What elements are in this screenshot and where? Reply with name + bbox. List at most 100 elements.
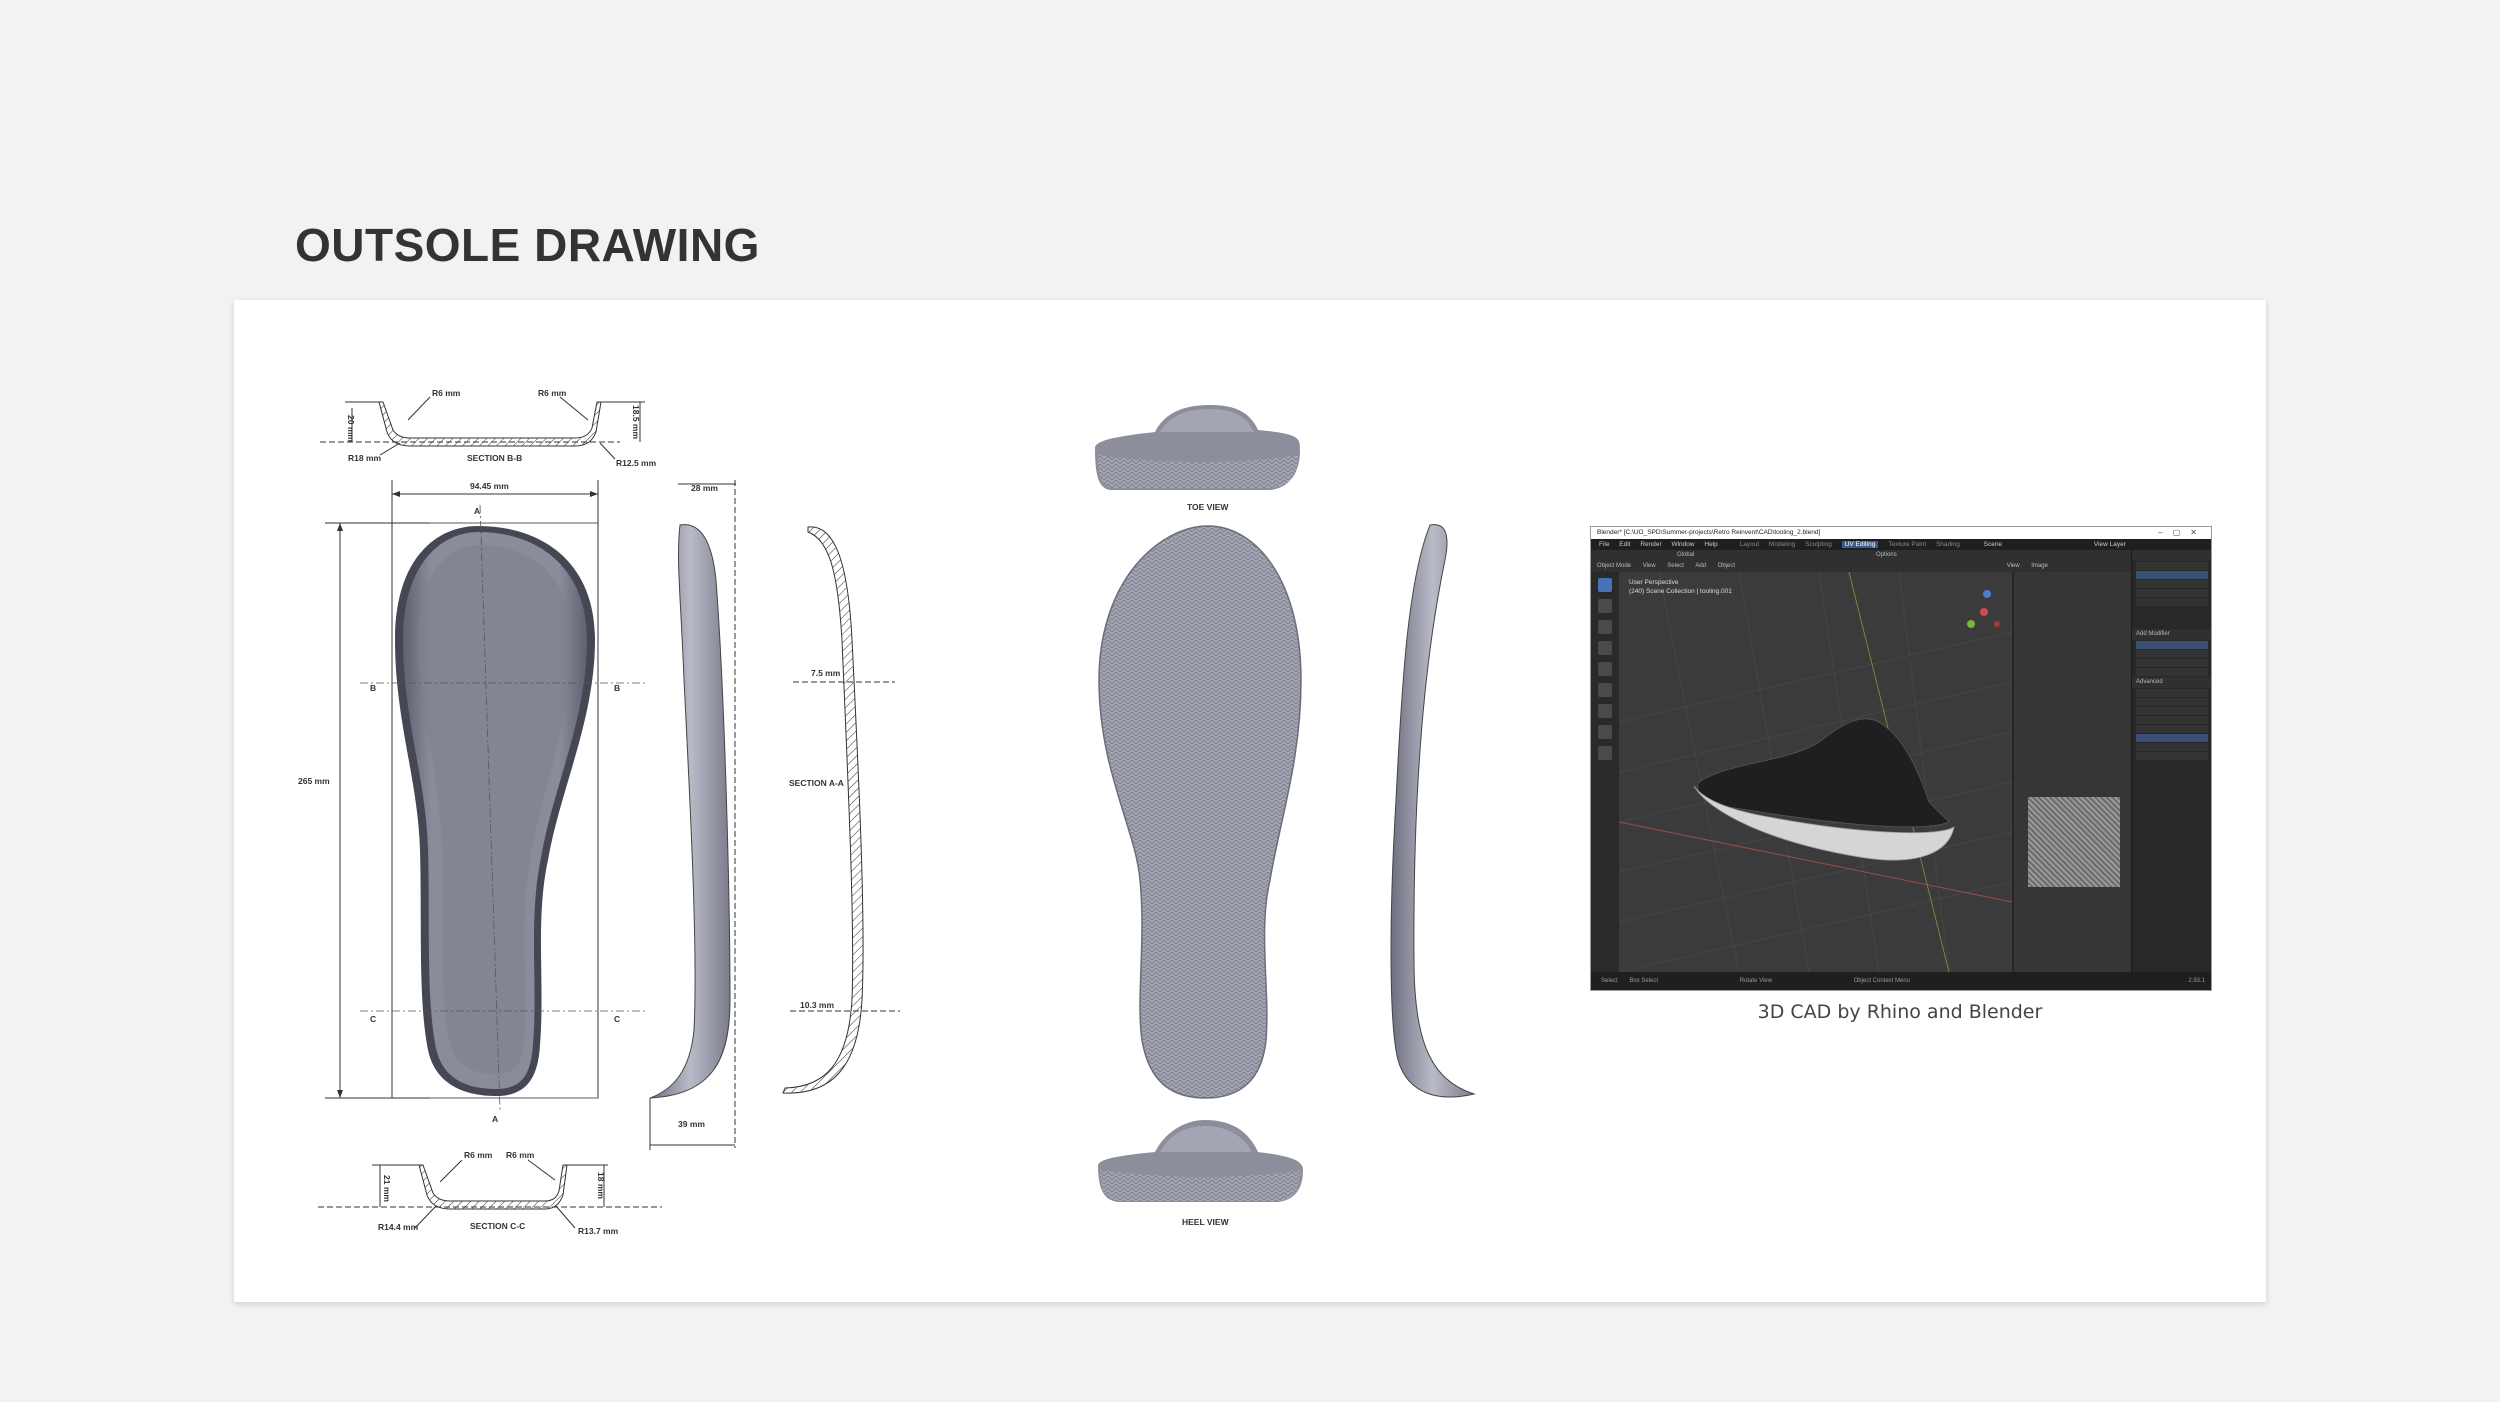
blender-screenshot: Blender* [C:\UO_SPD\Summer-projects\Retr… [1590,526,2212,991]
marker-b-right: B [614,683,620,693]
heel-view-label: HEEL VIEW [1182,1217,1230,1227]
bottom-tread-view [1098,525,1302,1099]
menu-help[interactable]: Help [1704,541,1717,548]
section-cc-r-top-right: R6 mm [506,1150,535,1160]
marker-c-right: C [614,1014,620,1024]
section-cc-h-right: 18 mm [596,1172,606,1199]
blender-title: Blender* [C:\UO_SPD\Summer-projects\Retr… [1597,529,1821,536]
outliner-row[interactable] [2136,580,2208,588]
modifier-row[interactable] [2136,650,2208,658]
section-cc-label: SECTION C-C [470,1221,525,1231]
section-aa-thickness-top: 7.5 mm [811,668,841,678]
modifier-row[interactable] [2136,659,2208,667]
marker-c-left: C [370,1014,376,1024]
add-cube-tool-icon[interactable] [1598,746,1612,760]
tab-sculpting[interactable]: Sculpting [1805,541,1832,548]
3d-viewport[interactable]: User Perspective (240) Scene Collection … [1619,572,2012,972]
rotate-tool-icon[interactable] [1598,641,1612,655]
cad-caption: 3D CAD by Rhino and Blender [1757,1001,2043,1023]
transform-tool-icon[interactable] [1598,683,1612,697]
tab-uv-editing[interactable]: UV Editing [1841,541,1879,548]
outliner-row[interactable] [2136,562,2208,570]
tab-modeling[interactable]: Modeling [1769,541,1795,548]
outliner-row[interactable] [2136,589,2208,597]
status-select: Select [1601,978,1618,984]
modifier-row[interactable] [2136,707,2208,715]
heel-view: HEEL VIEW [1098,1120,1303,1227]
scale-tool-icon[interactable] [1598,662,1612,676]
toe-view-label: TOE VIEW [1187,502,1229,512]
header-view[interactable]: View [1643,563,1656,569]
modifier-row[interactable] [2136,689,2208,697]
outliner-row[interactable] [2136,571,2208,579]
section-bb-label: SECTION B-B [467,453,522,463]
menu-file[interactable]: File [1599,541,1609,548]
header-add[interactable]: Add [1695,563,1706,569]
orientation-dropdown[interactable]: Global [1677,552,1694,558]
viewport-scene [1619,572,2012,972]
modifier-row[interactable] [2136,698,2208,706]
section-aa: 7.5 mm 10.3 mm SECTION A-A [782,526,900,1094]
view-layer-selector[interactable]: View Layer [2094,541,2126,548]
status-rotate-view: Rotate View [1739,978,1772,984]
window-controls: –▢✕ [2158,528,2207,537]
cursor-tool-icon[interactable] [1598,599,1612,613]
section-cc-h-left: 21 mm [382,1175,392,1202]
options-dropdown[interactable]: Options [1876,552,1897,558]
measure-tool-icon[interactable] [1598,725,1612,739]
tool-shelf [1591,572,1619,972]
outliner-row[interactable] [2136,598,2208,606]
tab-texture-paint[interactable]: Texture Paint [1888,541,1926,548]
status-box-select: Box Select [1629,978,1659,984]
section-cc-r-bottom-right: R13.7 mm [578,1226,619,1236]
header-select[interactable]: Select [1667,563,1684,569]
mode-dropdown[interactable]: Object Mode [1597,563,1631,569]
menu-render[interactable]: Render [1640,541,1661,548]
viewport-perspective: User Perspective [1629,579,1679,586]
section-bb-r-bottom-left: R18 mm [348,453,382,463]
header-object[interactable]: Object [1718,563,1735,569]
outsole-side-view-right [1390,524,1476,1098]
add-modifier-button[interactable]: Add Modifier [2132,629,2211,640]
viewport-overlay-text: User Perspective (240) Scene Collection … [1629,578,1732,596]
modifier-row[interactable] [2136,725,2208,733]
section-cc: 21 mm 18 mm R6 mm R6 mm R14.4 mm R13.7 m… [318,1150,662,1236]
marker-b-left: B [370,683,376,693]
menu-window[interactable]: Window [1671,541,1694,548]
blender-version: 2.93.1 [2188,978,2205,984]
length-dimension: 265 mm [298,776,330,786]
blender-toolbar: Global Options Object Mode View Select A… [1591,550,2211,573]
modifier-row[interactable] [2136,716,2208,724]
section-bb: 20 mm 18.5 mm R6 mm R6 mm R18 mm R12.5 m… [320,388,657,468]
width-dimension: 94.45 mm [470,481,509,491]
modifier-row[interactable] [2136,743,2208,751]
blender-menu-bar: File Edit Render Window Help Layout Mode… [1591,539,2211,550]
section-bb-r-top-right: R6 mm [538,388,567,398]
status-context-menu: Object Context Menu [1853,978,1911,984]
blender-title-bar: Blender* [C:\UO_SPD\Summer-projects\Retr… [1591,527,2211,539]
section-aa-label: SECTION A-A [789,778,844,788]
side-top-dimension: 28 mm [691,483,718,493]
modifier-row[interactable] [2136,752,2208,760]
image-editor[interactable] [2013,572,2132,972]
section-cc-r-bottom-left: R14.4 mm [378,1222,419,1232]
annotate-tool-icon[interactable] [1598,704,1612,718]
outsole-side-view: 28 mm 39 mm [649,480,736,1150]
image-view-menu[interactable]: View [2007,563,2020,569]
modifier-row[interactable] [2136,641,2208,649]
image-menu[interactable]: Image [2031,563,2048,569]
section-bb-h-right: 18.5 mm [631,405,641,439]
section-bb-r-bottom-right: R12.5 mm [616,458,657,468]
move-tool-icon[interactable] [1598,620,1612,634]
tab-shading[interactable]: Shading [1936,541,1960,548]
section-cc-r-top-left: R6 mm [464,1150,493,1160]
modifier-row[interactable] [2136,734,2208,742]
modifier-row[interactable] [2136,668,2208,676]
section-aa-thickness-bottom: 10.3 mm [800,1000,834,1010]
tab-layout[interactable]: Layout [1740,541,1760,548]
scene-selector[interactable]: Scene [1984,541,2002,548]
advanced-section[interactable]: Advanced [2132,677,2211,688]
select-tool-icon[interactable] [1598,578,1612,592]
outliner-header [2132,550,2211,561]
menu-edit[interactable]: Edit [1619,541,1630,548]
